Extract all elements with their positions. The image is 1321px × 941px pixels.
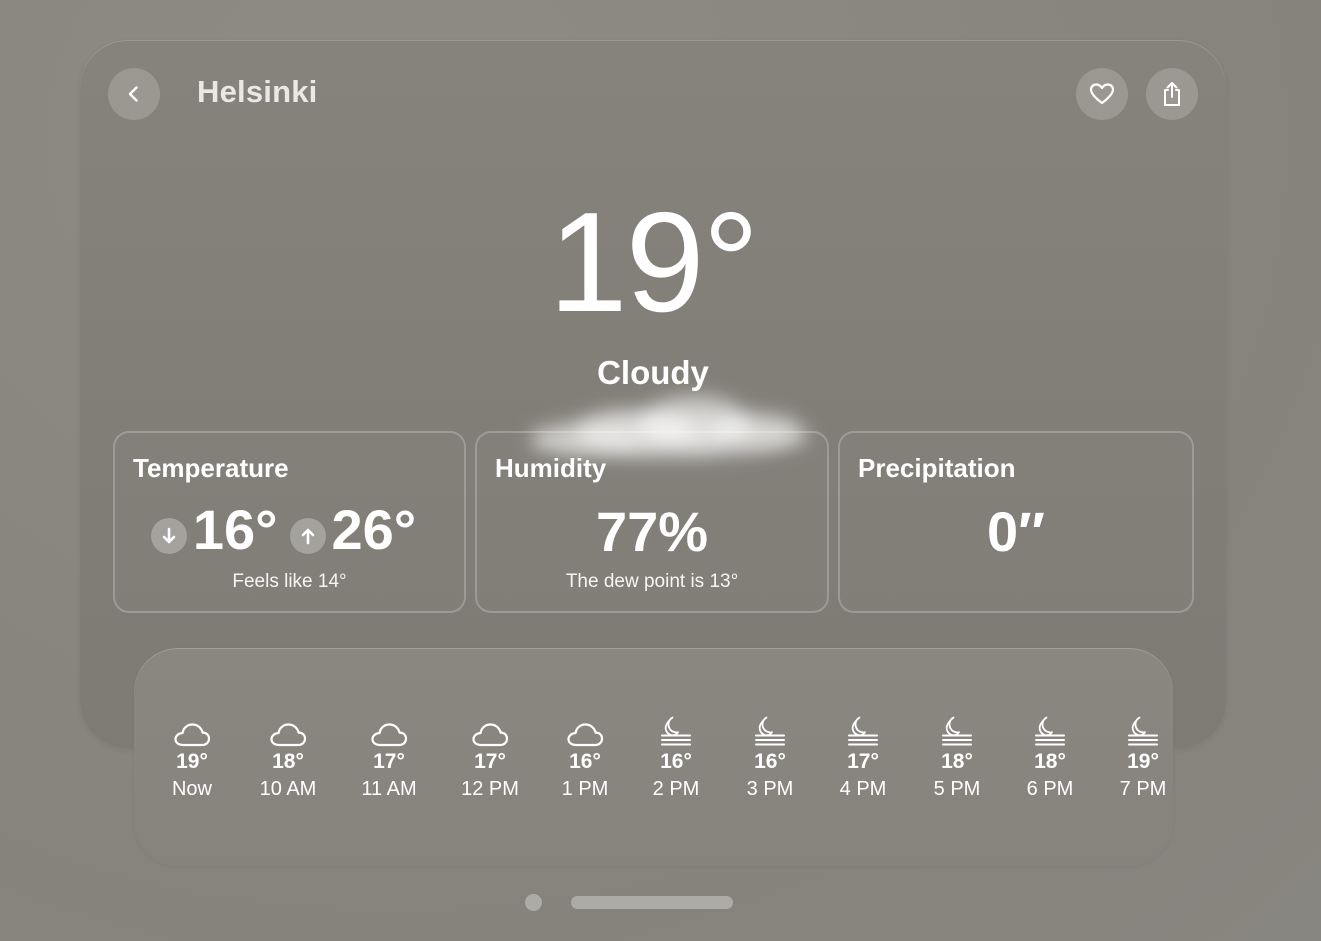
city-title: Helsinki <box>197 74 318 109</box>
hour-item: 17° 12 PM <box>450 714 530 801</box>
precipitation-card[interactable]: Precipitation 0″ <box>838 431 1194 613</box>
precipitation-card-title: Precipitation <box>858 453 1016 483</box>
hour-label: 4 PM <box>839 778 887 800</box>
hour-temperature: 17° <box>847 750 879 773</box>
hour-label: 2 PM <box>652 778 700 800</box>
cloud-icon <box>248 714 328 748</box>
feels-like-text: Feels like 14° <box>232 571 347 592</box>
hour-label: 11 AM <box>361 778 417 800</box>
hour-label: 12 PM <box>461 778 519 800</box>
weather-window: Helsinki 19° Cloudy Temperature 16° 26° … <box>80 40 1226 748</box>
moon-fog-icon <box>730 714 810 748</box>
hour-item: 18° 5 PM <box>917 714 997 801</box>
temperature-card[interactable]: Temperature 16° 26° Feels like 14° <box>113 431 466 613</box>
arrow-up-icon <box>289 517 326 554</box>
hour-item: 17° 4 PM <box>823 714 903 801</box>
high-temperature: 26° <box>331 498 417 561</box>
arrow-down-icon <box>150 517 187 554</box>
hour-label: 6 PM <box>1026 778 1074 800</box>
hour-temperature: 18° <box>272 750 304 773</box>
hour-temperature: 18° <box>941 750 973 773</box>
cloud-icon <box>545 714 625 748</box>
page-indicator-active[interactable] <box>571 896 733 909</box>
heart-icon <box>1089 83 1115 105</box>
hour-item: 17° 11 AM <box>349 714 429 801</box>
hour-temperature: 16° <box>569 750 601 773</box>
humidity-card[interactable]: Humidity 77% The dew point is 13° <box>475 431 829 613</box>
hour-label: Now <box>171 778 212 800</box>
cloud-icon <box>152 714 232 748</box>
hour-temperature: 16° <box>754 750 786 773</box>
moon-fog-icon <box>1010 714 1090 748</box>
page-indicator-dot[interactable] <box>525 894 542 911</box>
moon-fog-icon <box>823 714 903 748</box>
moon-fog-icon <box>1103 714 1183 748</box>
share-button[interactable] <box>1146 68 1198 120</box>
favorite-button[interactable] <box>1076 68 1128 120</box>
hour-item: 18° 6 PM <box>1010 714 1090 801</box>
low-temperature: 16° <box>192 498 278 561</box>
hour-label: 3 PM <box>746 778 794 800</box>
humidity-card-title: Humidity <box>495 453 607 483</box>
cloud-icon <box>349 714 429 748</box>
hour-temperature: 17° <box>373 750 405 773</box>
hour-temperature: 18° <box>1034 750 1066 773</box>
chevron-left-icon <box>128 86 138 102</box>
hour-item: 16° 3 PM <box>730 714 810 801</box>
hour-item: 19° Now <box>152 714 232 801</box>
precipitation-value: 0″ <box>987 500 1045 563</box>
hourly-forecast[interactable]: 19° Now 18° 10 AM 17° 11 AM 17° 12 PM 16… <box>134 648 1173 866</box>
hour-label: 10 AM <box>259 778 317 800</box>
temperature-range: 16° 26° <box>115 497 464 562</box>
cloud-icon <box>450 714 530 748</box>
hour-item: 16° 1 PM <box>545 714 625 801</box>
hour-label: 1 PM <box>561 778 609 800</box>
moon-fog-icon <box>636 714 716 748</box>
hour-temperature: 16° <box>660 750 692 773</box>
hour-label: 7 PM <box>1119 778 1167 800</box>
share-icon <box>1164 82 1180 106</box>
hour-temperature: 17° <box>474 750 506 773</box>
temperature-card-title: Temperature <box>133 453 289 483</box>
hour-item: 16° 2 PM <box>636 714 716 801</box>
current-temperature: 19° <box>548 183 760 342</box>
hour-item: 18° 10 AM <box>248 714 328 801</box>
hour-temperature: 19° <box>176 750 208 773</box>
hour-label: 5 PM <box>933 778 981 800</box>
back-button[interactable] <box>108 68 160 120</box>
humidity-value: 77% <box>595 500 709 563</box>
hour-temperature: 19° <box>1127 750 1159 773</box>
moon-fog-icon <box>917 714 997 748</box>
hour-item: 19° 7 PM <box>1103 714 1183 801</box>
dew-point-text: The dew point is 13° <box>565 571 739 592</box>
